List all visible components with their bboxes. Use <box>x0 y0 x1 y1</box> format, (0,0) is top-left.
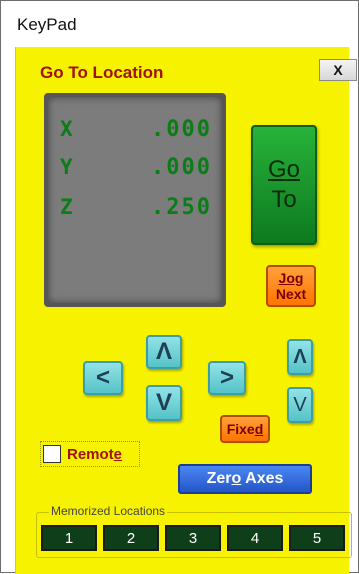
remote-label-accel: e <box>113 445 123 463</box>
up-arrow-icon: Λ <box>155 338 172 365</box>
zero-axes-button[interactable]: Zer o Axes <box>178 464 312 494</box>
jog-x-plus-button[interactable]: > <box>208 361 246 395</box>
jog-next-label-line2: Next <box>275 286 307 302</box>
go-to-button[interactable]: Go To <box>251 125 317 245</box>
fixed-label-accel: d <box>254 421 264 437</box>
window-title: KeyPad <box>17 15 77 34</box>
zero-label-pre: Zer <box>206 470 232 487</box>
fixed-button[interactable]: Fixe d <box>220 415 270 443</box>
title-bar: KeyPad <box>1 1 358 47</box>
zero-label-post: Axes <box>241 470 284 487</box>
jog-y-plus-button[interactable]: Λ <box>146 335 182 369</box>
memorized-locations-label: Memorized Locations <box>49 504 168 518</box>
memorized-locations-group: Memorized Locations 1 2 3 4 5 <box>36 504 352 558</box>
axis-label-z: Z <box>60 195 73 219</box>
go-to-location-panel: Go To Location X X .000 Y .000 Z .250 Go… <box>15 47 357 574</box>
axis-value-y: .000 <box>151 155 212 180</box>
remote-label: Remote <box>67 446 122 463</box>
z-down-arrow-icon: V <box>293 393 307 416</box>
close-button[interactable]: X <box>319 59 357 81</box>
jog-x-minus-button[interactable]: < <box>83 361 123 395</box>
axis-row-z: Z .250 <box>48 195 222 223</box>
keypad-window: KeyPad Go To Location X X .000 Y .000 Z … <box>0 0 359 574</box>
down-arrow-icon: V <box>155 389 172 416</box>
remote-checkbox-group[interactable]: Remote <box>40 441 140 467</box>
fixed-label-main: Fixe <box>226 421 255 437</box>
memorized-location-1-button[interactable]: 1 <box>41 525 97 551</box>
jog-next-button[interactable]: Jog Next <box>266 265 316 307</box>
go-to-label-line1: Go <box>267 156 300 183</box>
memorized-location-4-button[interactable]: 4 <box>227 525 283 551</box>
memorized-location-2-button[interactable]: 2 <box>103 525 159 551</box>
jog-y-minus-button[interactable]: V <box>146 385 182 421</box>
axis-value-x: .000 <box>151 117 212 142</box>
memorized-location-3-button[interactable]: 3 <box>165 525 221 551</box>
remote-label-main: Remot <box>67 445 114 463</box>
jog-next-label-line1: Jog <box>278 270 304 286</box>
right-arrow-icon: > <box>219 364 234 391</box>
jog-z-minus-button[interactable]: V <box>287 387 313 423</box>
axis-row-y: Y .000 <box>48 155 222 183</box>
go-to-label-line2: To <box>271 186 297 213</box>
z-up-arrow-icon: Λ <box>293 345 307 368</box>
axis-row-x: X .000 <box>48 117 222 145</box>
panel-title: Go To Location <box>40 63 164 82</box>
axis-label-y: Y <box>60 155 73 179</box>
axis-label-x: X <box>60 117 73 141</box>
remote-checkbox[interactable] <box>43 445 61 463</box>
left-arrow-icon: < <box>95 364 110 391</box>
memorized-location-5-button[interactable]: 5 <box>289 525 345 551</box>
jog-z-plus-button[interactable]: Λ <box>287 339 313 375</box>
zero-label-accel: o <box>231 470 242 487</box>
position-readout: X .000 Y .000 Z .250 <box>44 93 226 307</box>
axis-value-z: .250 <box>151 195 212 220</box>
